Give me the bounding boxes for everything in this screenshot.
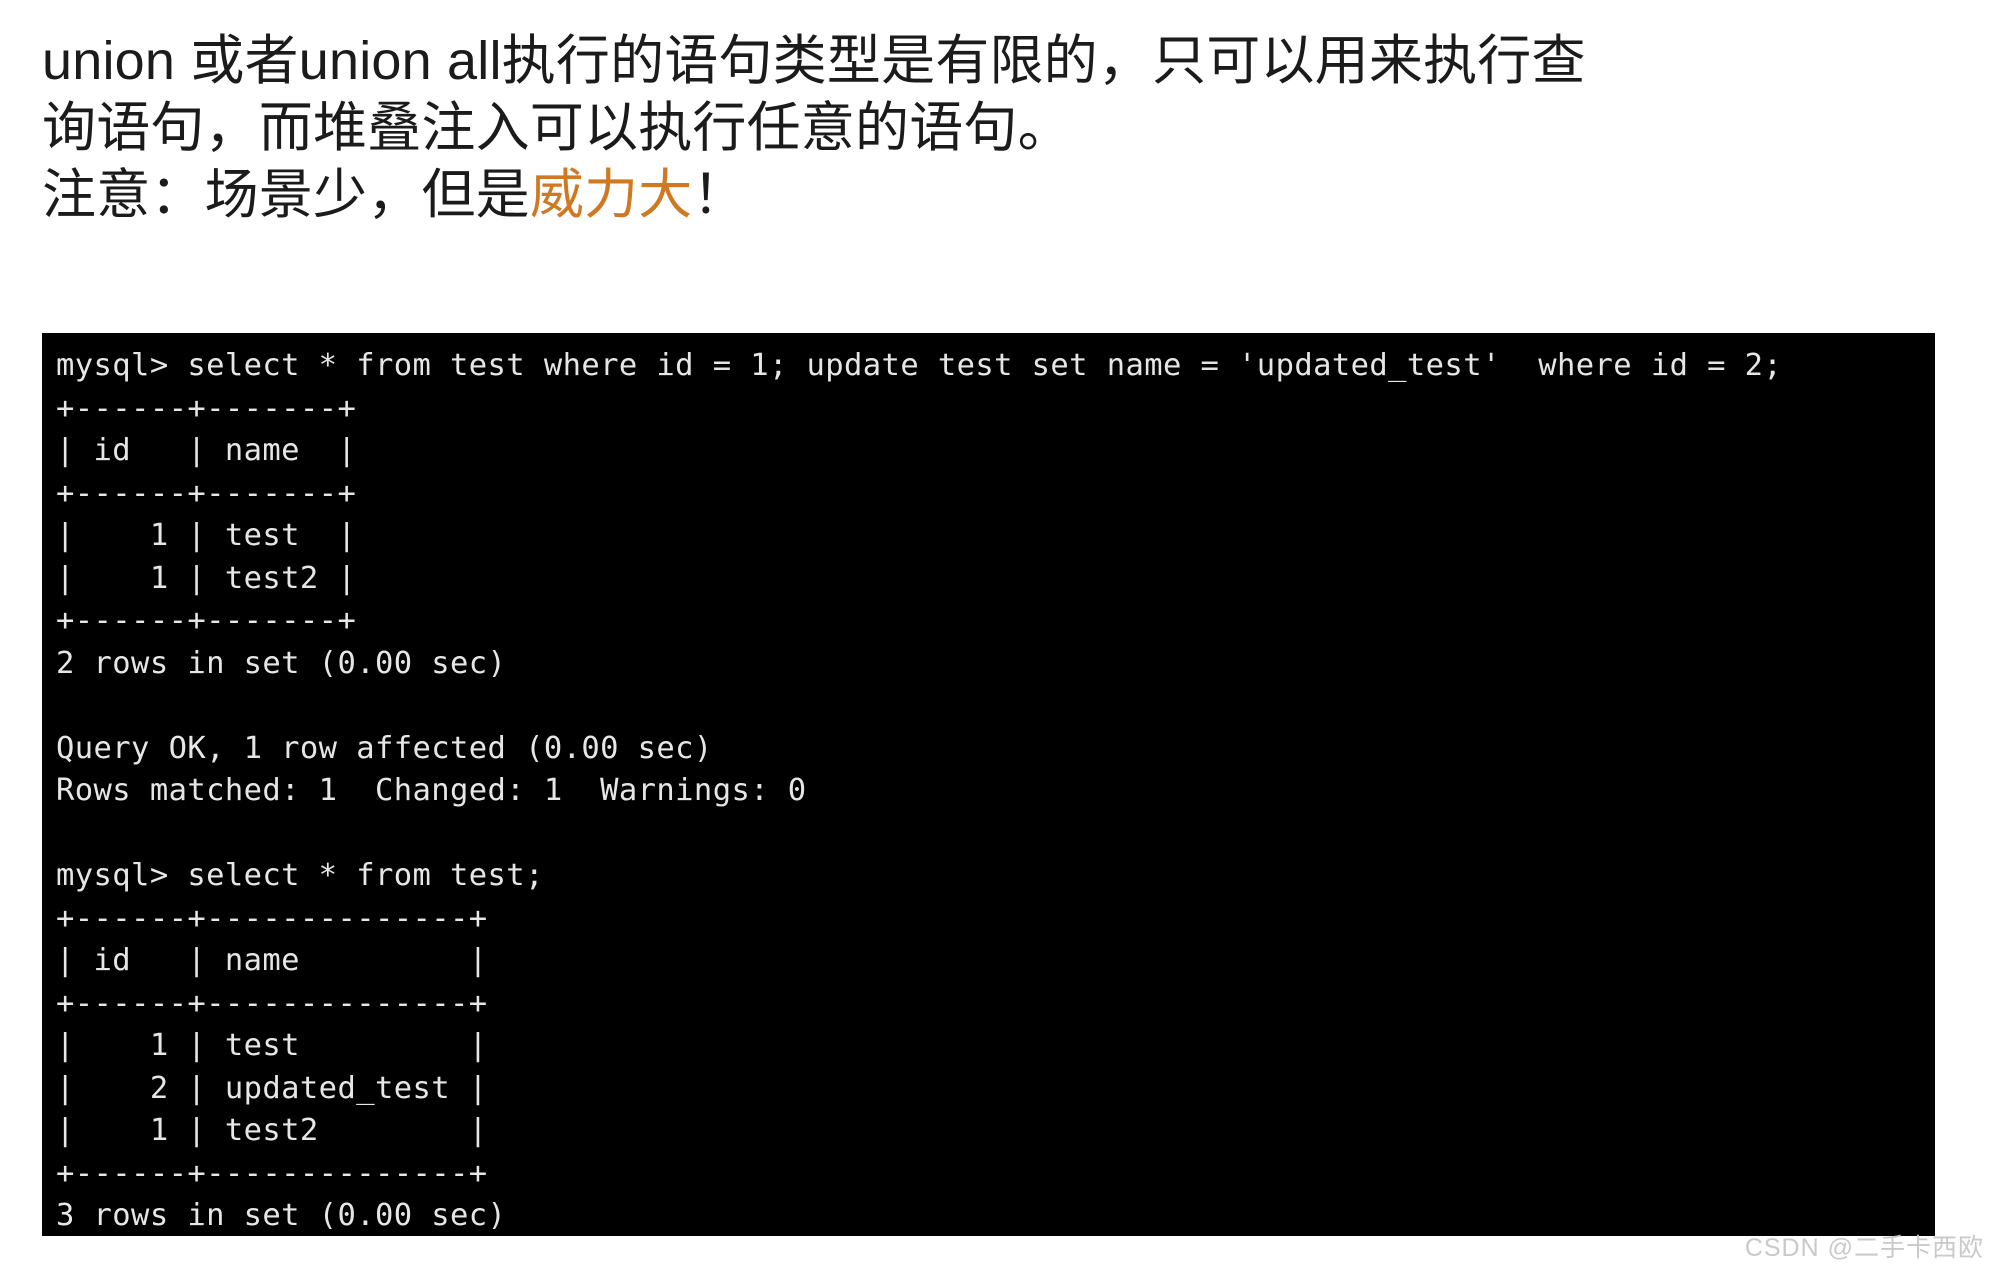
prose-text: 询语句，而堆叠注入可以执行任意的语句。	[42, 98, 1072, 158]
terminal-line: | id | name |	[56, 943, 488, 978]
mysql-terminal-window: mysql> select * from test where id = 1; …	[42, 333, 1935, 1236]
csdn-watermark: CSDN @二手卡西欧	[1744, 1234, 1984, 1262]
terminal-line: | 1 | test |	[56, 1028, 488, 1063]
terminal-line: mysql> select * from test;	[56, 858, 544, 893]
prose-line-3: 注意：场景少，但是威力大！	[42, 162, 1942, 229]
prose-text: 注意：场景少，但是	[42, 165, 530, 225]
prose-line-2: 询语句，而堆叠注入可以执行任意的语句。	[42, 95, 1942, 162]
terminal-line: Rows matched: 1 Changed: 1 Warnings: 0	[56, 773, 807, 808]
terminal-line: | 2 | updated_test |	[56, 1070, 488, 1106]
terminal-line: +------+-------+	[56, 603, 357, 638]
terminal-line: +------+-------+	[56, 390, 357, 426]
terminal-line: +------+--------------+	[56, 900, 488, 936]
terminal-line: | id | name |	[56, 433, 357, 468]
prose-text: ！	[692, 165, 747, 225]
terminal-line: +------+-------+	[56, 475, 357, 511]
terminal-line: Query OK, 1 row affected (0.00 sec)	[56, 730, 713, 766]
terminal-line: | 1 | test2 |	[56, 1113, 488, 1148]
prose-text: union 或者union all执行的语句类型是有限的，只可以用来执行查	[42, 31, 1586, 91]
prose-line-1: union 或者union all执行的语句类型是有限的，只可以用来执行查	[42, 28, 1942, 95]
terminal-output: mysql> select * from test where id = 1; …	[42, 333, 1935, 1236]
highlighted-text: 威力大	[529, 165, 693, 225]
terminal-line: +------+--------------+	[56, 1155, 488, 1191]
terminal-line: mysql> select * from test where id = 1; …	[56, 348, 1783, 383]
terminal-line: +------+--------------+	[56, 985, 488, 1021]
terminal-line: 3 rows in set (0.00 sec)	[56, 1198, 507, 1233]
terminal-line: 2 rows in set (0.00 sec)	[56, 645, 507, 681]
explanation-paragraph: union 或者union all执行的语句类型是有限的，只可以用来执行查 询语句…	[42, 28, 1942, 229]
terminal-line: | 1 | test |	[56, 518, 357, 553]
terminal-line: | 1 | test2 |	[56, 560, 357, 596]
